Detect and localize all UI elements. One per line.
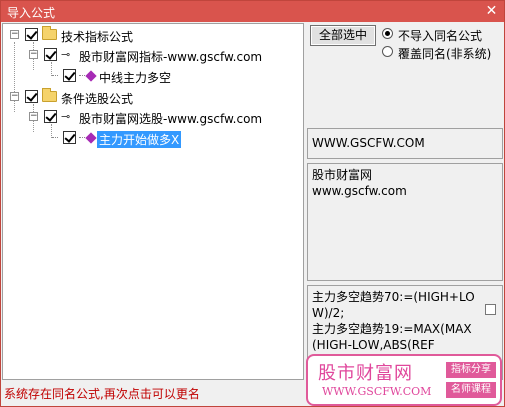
formula-diamond-icon <box>85 70 97 82</box>
status-message: 系统存在同名公式,再次点击可以更名 <box>4 387 200 401</box>
collapse-icon[interactable]: − <box>29 112 38 121</box>
tree-node-gscfw-indicators[interactable]: − ⊸ 股市财富网指标-www.gscfw.com <box>3 46 303 64</box>
tree-node-label: 中线主力多空 <box>99 71 172 85</box>
tree-node-label: 股市财富网选股-www.gscfw.com <box>79 112 263 126</box>
collapse-icon[interactable]: − <box>29 50 38 59</box>
tree-connector <box>52 75 58 76</box>
watermark-title: 股市财富网 <box>318 363 413 384</box>
formula-checkbox[interactable] <box>485 304 496 315</box>
radio-label: 覆盖同名(非系统) <box>398 47 492 61</box>
watermark-tag: 指标分享 <box>446 362 496 378</box>
tree-checkbox[interactable] <box>25 90 38 103</box>
description-box: 股市财富网 www.gscfw.com <box>307 163 503 281</box>
collapse-icon[interactable]: − <box>10 30 19 39</box>
tree-node-formula-selected[interactable]: 主力开始做多X <box>3 129 303 148</box>
import-formula-dialog: 导入公式 ✕ − 技术指标公式 − ⊸ 股市财富网指标-www.gscfw.co… <box>0 0 505 407</box>
tree-checkbox[interactable] <box>44 48 57 61</box>
radio-label: 不导入同名公式 <box>398 29 483 43</box>
close-icon[interactable]: ✕ <box>483 3 500 20</box>
description-line: 股市财富网 <box>312 168 373 182</box>
tree-node-label: 条件选股公式 <box>61 92 134 106</box>
dialog-title: 导入公式 <box>7 6 56 20</box>
tree-connector <box>52 137 58 138</box>
select-all-button[interactable]: 全部选中 <box>310 25 376 46</box>
tree-checkbox[interactable] <box>63 69 76 82</box>
key-icon: ⊸ <box>61 110 71 123</box>
brand-watermark: 股市财富网 WWW.GSCFW.COM 指标分享 名师课程 <box>306 354 502 406</box>
formula-preview-text: 主力多空趋势70:=(HIGH+LOW)/2; 主力多空趋势19:=MAX(MA… <box>312 290 475 352</box>
watermark-tag: 名师课程 <box>446 382 496 398</box>
tree-checkbox[interactable] <box>63 131 76 144</box>
tree-node-label: 股市财富网指标-www.gscfw.com <box>79 50 263 64</box>
source-url: WWW.GSCFW.COM <box>312 136 425 150</box>
tree-node-label: 技术指标公式 <box>61 30 134 44</box>
folder-icon <box>42 88 57 102</box>
tree-checkbox[interactable] <box>25 28 38 41</box>
watermark-url: WWW.GSCFW.COM <box>322 385 432 398</box>
tree-node-label: 主力开始做多X <box>97 131 182 148</box>
description-line: www.gscfw.com <box>312 184 407 198</box>
formula-tree[interactable]: − 技术指标公式 − ⊸ 股市财富网指标-www.gscfw.com 中线主力多… <box>2 23 304 380</box>
formula-diamond-icon <box>85 132 97 144</box>
title-bar[interactable]: 导入公式 ✕ <box>1 1 504 22</box>
radio-skip-duplicates[interactable]: 不导入同名公式 <box>382 26 502 43</box>
tree-checkbox[interactable] <box>44 110 57 123</box>
radio-button[interactable] <box>382 46 393 57</box>
radio-button-checked[interactable] <box>382 28 393 39</box>
tree-node-formula[interactable]: 中线主力多空 <box>3 67 303 85</box>
collapse-icon[interactable]: − <box>10 92 19 101</box>
radio-overwrite-duplicates[interactable]: 覆盖同名(非系统) <box>382 44 502 61</box>
folder-icon <box>42 26 57 40</box>
tree-node-stock-selection[interactable]: − 条件选股公式 <box>3 88 303 106</box>
tree-node-gscfw-selection[interactable]: − ⊸ 股市财富网选股-www.gscfw.com <box>3 108 303 126</box>
key-icon: ⊸ <box>61 48 71 61</box>
source-url-box: WWW.GSCFW.COM <box>307 128 503 159</box>
tree-node-tech-formulas[interactable]: − 技术指标公式 <box>3 26 303 44</box>
